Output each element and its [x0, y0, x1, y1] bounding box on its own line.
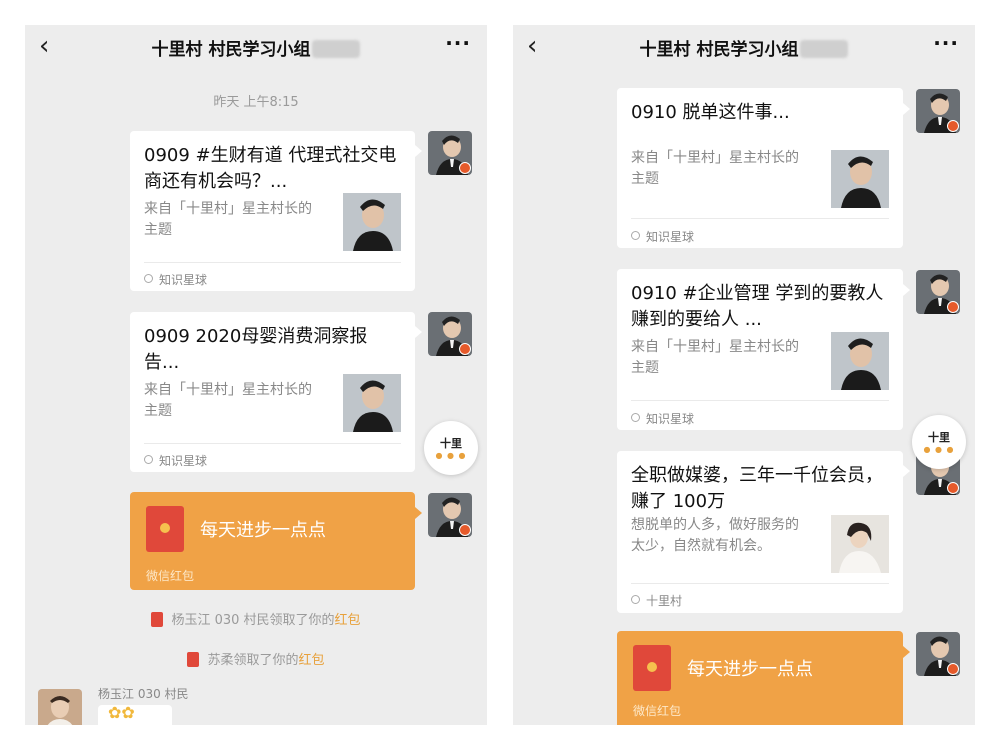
widget-dots-icon: ● ● ●: [435, 451, 467, 460]
red-packet[interactable]: 每天进步一点点 微信红包: [130, 492, 415, 590]
red-packet-link[interactable]: 红包: [335, 613, 361, 628]
card-source: 十里村: [631, 592, 682, 609]
avatar[interactable]: [428, 131, 472, 175]
avatar[interactable]: [916, 632, 960, 676]
avatar[interactable]: [916, 270, 960, 314]
planet-icon: [144, 455, 153, 464]
card-desc: 来自「十里村」星主村长的主题: [144, 382, 312, 419]
planet-icon: [631, 413, 640, 422]
system-message: 苏柔领取了你的红包: [25, 649, 487, 668]
red-packet[interactable]: 每天进步一点点 微信红包: [617, 631, 903, 725]
card-desc: 来自「十里村」星主村长的主题: [144, 201, 312, 238]
floating-widget[interactable]: 十里 ● ● ●: [424, 421, 478, 475]
link-card[interactable]: 全职做媒婆，三年一千位会员，赚了 100万 想脱单的人多，做好服务的太少，自然就…: [617, 451, 903, 613]
avatar[interactable]: [38, 689, 82, 725]
blurred-count: [312, 40, 361, 58]
floating-widget[interactable]: 十里 ● ● ●: [912, 415, 966, 469]
avatar[interactable]: [428, 493, 472, 537]
verified-badge-icon: [947, 482, 959, 494]
sender-name: 杨玉江 030 村民: [98, 687, 189, 701]
system-message: 杨玉江 030 村民领取了你的红包: [25, 609, 487, 628]
verified-badge-icon: [459, 162, 471, 174]
chat-screen-right: ‹ 十里村 村民学习小组 ··· 0910 脱单这件事... 来自「十里村」星主…: [513, 25, 975, 725]
red-packet-footer: 微信红包: [146, 569, 195, 583]
more-icon[interactable]: ···: [933, 31, 959, 55]
card-title: 0910 脱单这件事...: [631, 102, 790, 123]
planet-icon: [631, 231, 640, 240]
verified-badge-icon: [947, 301, 959, 313]
verified-badge-icon: [947, 120, 959, 132]
verified-badge-icon: [947, 663, 959, 675]
red-packet-text: 每天进步一点点: [200, 520, 326, 541]
link-card[interactable]: 0909 2020母婴消费洞察报告... 来自「十里村」星主村长的主题 知识星球: [130, 312, 415, 472]
card-desc: 想脱单的人多，做好服务的太少，自然就有机会。: [631, 517, 799, 554]
red-packet-icon: [187, 652, 200, 667]
card-thumbnail: [831, 332, 889, 390]
card-source: 知识星球: [144, 452, 207, 469]
red-packet-footer: 微信红包: [633, 704, 682, 718]
more-icon[interactable]: ···: [445, 31, 471, 55]
nav-bar: ‹ 十里村 村民学习小组 ···: [513, 25, 975, 67]
verified-badge-icon: [459, 343, 471, 355]
nav-bar: ‹ 十里村 村民学习小组 ···: [25, 25, 487, 67]
card-title: 0910 #企业管理 学到的要教人 赚到的要给人 ...: [631, 283, 884, 330]
card-source: 知识星球: [631, 410, 694, 427]
card-thumbnail: [343, 374, 401, 432]
village-icon: [631, 595, 640, 604]
card-thumbnail: [831, 515, 889, 573]
card-desc: 来自「十里村」星主村长的主题: [631, 339, 799, 376]
red-packet-link[interactable]: 红包: [299, 653, 325, 668]
link-card[interactable]: 0909 #生财有道 代理式社交电商还有机会吗？... 来自「十里村」星主村长的…: [130, 131, 415, 291]
card-thumbnail: [343, 193, 401, 251]
red-packet-text: 每天进步一点点: [687, 659, 813, 680]
message-bubble[interactable]: ✿✿: [98, 703, 172, 725]
avatar[interactable]: [428, 312, 472, 356]
blurred-count: [800, 40, 849, 58]
avatar[interactable]: [916, 89, 960, 133]
card-thumbnail: [831, 150, 889, 208]
card-title: 0909 2020母婴消费洞察报告...: [144, 326, 368, 373]
widget-dots-icon: ● ● ●: [923, 445, 955, 454]
card-title: 0909 #生财有道 代理式社交电商还有机会吗？...: [144, 145, 397, 192]
card-desc: 来自「十里村」星主村长的主题: [631, 150, 799, 187]
link-card[interactable]: 0910 #企业管理 学到的要教人 赚到的要给人 ... 来自「十里村」星主村长…: [617, 269, 903, 430]
chat-screen-left: ‹ 十里村 村民学习小组 ··· 昨天 上午8:15 0909 #生财有道 代理…: [25, 25, 487, 725]
red-packet-icon: [151, 612, 164, 627]
verified-badge-icon: [459, 524, 471, 536]
timestamp: 昨天 上午8:15: [213, 95, 299, 110]
planet-icon: [144, 274, 153, 283]
link-card[interactable]: 0910 脱单这件事... 来自「十里村」星主村长的主题 知识星球: [617, 88, 903, 248]
card-source: 知识星球: [144, 271, 207, 288]
emoji-icon: ✿✿: [108, 703, 135, 722]
chat-title: 十里村 村民学习小组: [513, 35, 975, 60]
card-source: 知识星球: [631, 228, 694, 245]
red-packet-icon: [146, 506, 184, 552]
chat-title: 十里村 村民学习小组: [25, 35, 487, 60]
card-title: 全职做媒婆，三年一千位会员，赚了 100万: [631, 465, 883, 512]
red-packet-icon: [633, 645, 671, 691]
